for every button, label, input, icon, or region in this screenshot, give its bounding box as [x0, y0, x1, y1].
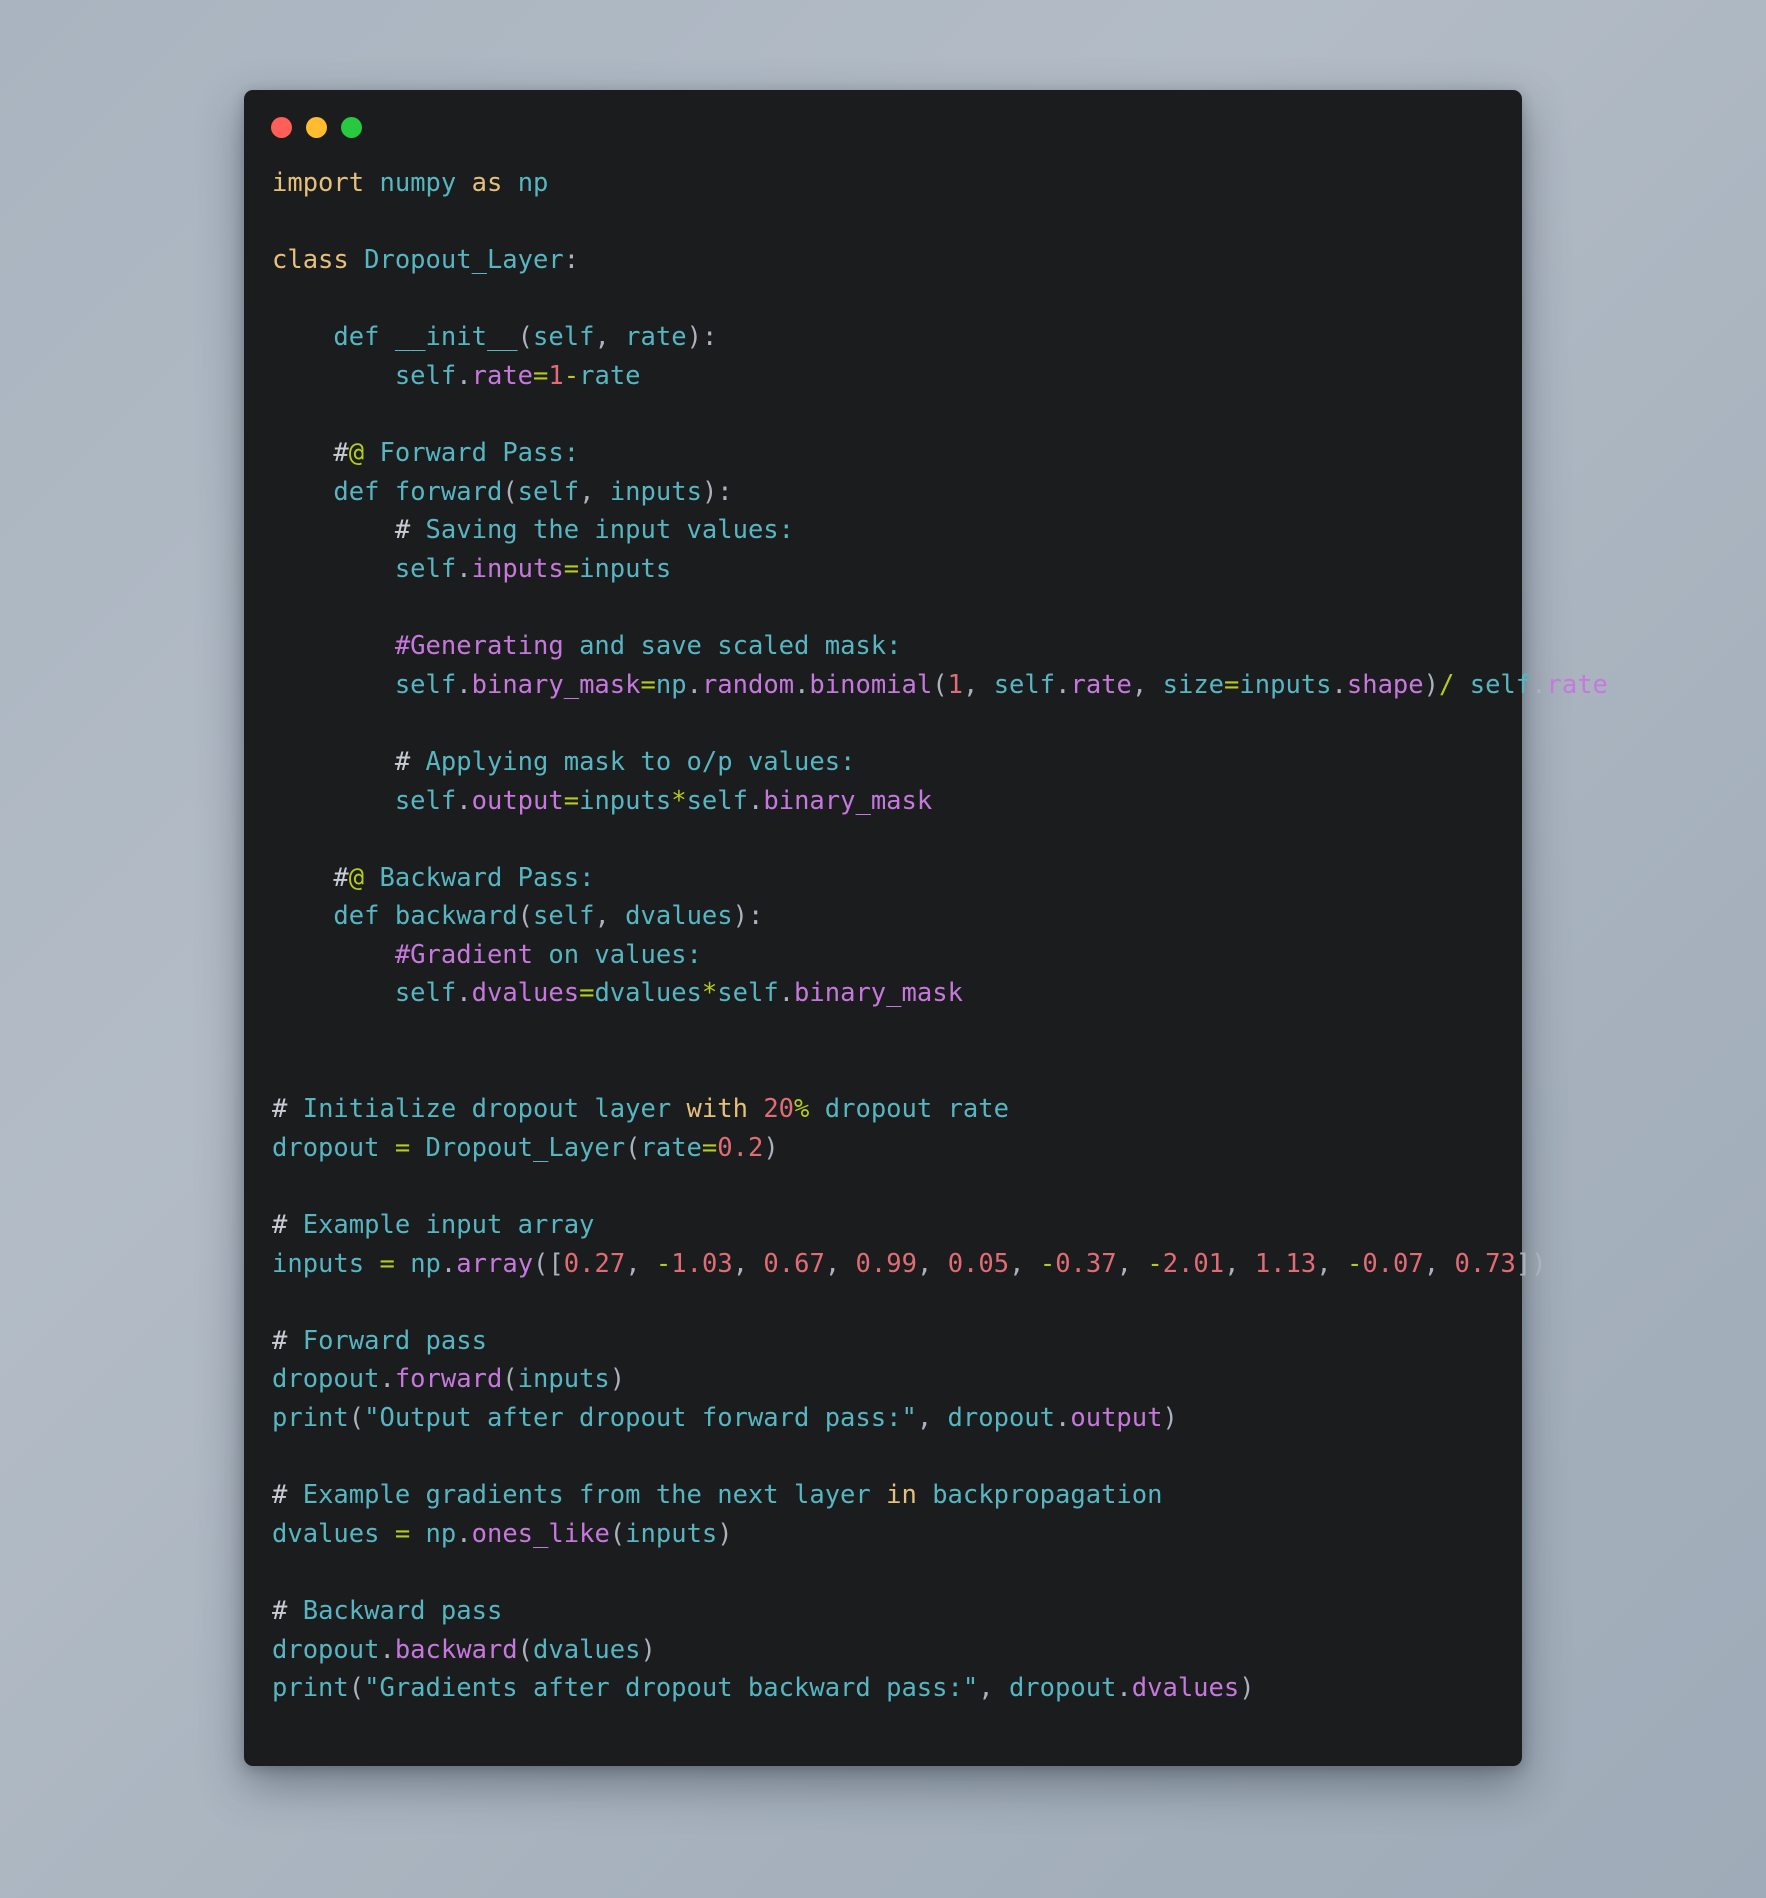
- window-titlebar: [244, 90, 1522, 164]
- code-content: import numpy as np class Dropout_Layer: …: [272, 168, 1608, 1704]
- minimize-window-icon[interactable]: [306, 116, 327, 138]
- snippet-container: import numpy as np class Dropout_Layer: …: [244, 90, 1608, 1766]
- close-window-icon[interactable]: [271, 116, 292, 138]
- maximize-window-icon[interactable]: [341, 116, 362, 138]
- python-code-block[interactable]: import numpy as np class Dropout_Layer: …: [272, 164, 1608, 1708]
- code-area[interactable]: import numpy as np class Dropout_Layer: …: [244, 164, 1608, 1708]
- code-window: import numpy as np class Dropout_Layer: …: [244, 90, 1608, 1766]
